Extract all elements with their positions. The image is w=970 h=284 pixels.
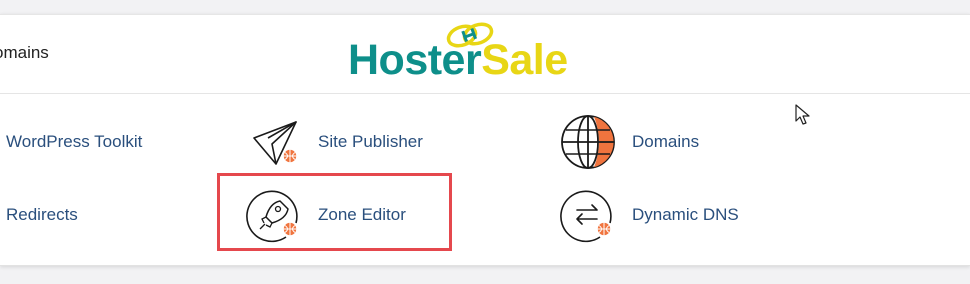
mouse-pointer-icon	[795, 104, 810, 125]
panel-header: omains HosterSale	[0, 15, 970, 94]
tool-redirects[interactable]: Redirects	[6, 187, 78, 243]
tool-label-wordpress-toolkit[interactable]: WordPress Toolkit	[6, 132, 142, 152]
tool-label-dynamic-dns[interactable]: Dynamic DNS	[632, 205, 739, 225]
hostersale-logo: HosterSale	[348, 21, 588, 87]
globe-icon	[560, 114, 616, 170]
logo-text-sale: Sale	[481, 36, 568, 84]
tool-label-redirects[interactable]: Redirects	[6, 205, 78, 225]
tool-label-site-publisher[interactable]: Site Publisher	[318, 132, 423, 152]
tool-wordpress-toolkit[interactable]: WordPress Toolkit	[6, 114, 142, 170]
panel-title: omains	[0, 43, 49, 62]
domains-panel: omains HosterSale	[0, 14, 970, 266]
paper-plane-icon	[246, 114, 302, 170]
tool-label-domains[interactable]: Domains	[632, 132, 699, 152]
tool-dynamic-dns[interactable]: Dynamic DNS	[560, 187, 739, 243]
logo-text-hoster: Hoster	[348, 36, 482, 84]
tool-site-publisher[interactable]: Site Publisher	[246, 114, 423, 170]
swap-arrows-icon	[560, 187, 616, 243]
zone-editor-highlight-box	[217, 173, 452, 251]
tool-domains[interactable]: Domains	[560, 114, 699, 170]
